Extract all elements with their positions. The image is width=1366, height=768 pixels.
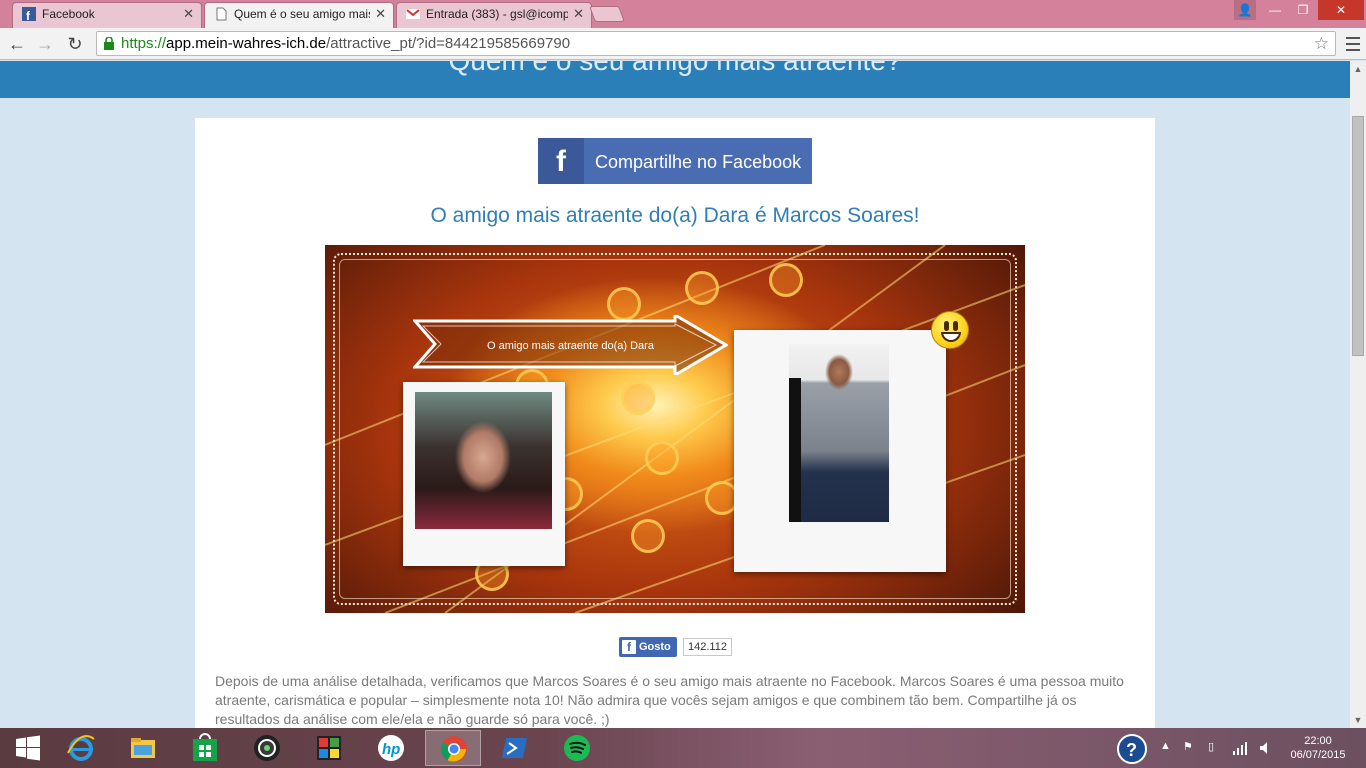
result-image: O amigo mais atraente do(a) Dara <box>325 245 1025 613</box>
menu-icon[interactable] <box>1344 33 1362 55</box>
system-clock[interactable]: 22:00 06/07/2015 <box>1283 734 1353 762</box>
forward-arrow-icon[interactable]: → <box>34 33 56 55</box>
show-hidden-icons-icon[interactable]: ▲ <box>1160 740 1172 768</box>
close-tab-icon[interactable]: ✕ <box>573 2 584 26</box>
battery-icon[interactable]: ▯ <box>1208 740 1224 768</box>
close-tab-icon[interactable]: ✕ <box>375 2 386 26</box>
folder-icon <box>131 738 155 758</box>
hp-logo-icon: hp <box>378 735 404 761</box>
page-title: Quem é o seu amigo mais atraente? <box>0 61 1350 77</box>
content-card: f Compartilhe no Facebook O amigo mais a… <box>195 118 1155 728</box>
volume-icon[interactable] <box>1258 740 1274 768</box>
scroll-thumb[interactable] <box>1352 116 1364 356</box>
help-icon[interactable]: ? <box>1114 728 1150 768</box>
tab-quiz[interactable]: Quem é o seu amigo mais ✕ <box>204 2 394 28</box>
tab-label: Entrada (383) - gsl@icomp <box>426 7 568 21</box>
web-page: Quem é o seu amigo mais atraente? f Comp… <box>0 61 1350 728</box>
tab-gmail[interactable]: Entrada (383) - gsl@icomp ✕ <box>396 2 592 28</box>
new-tab-button[interactable] <box>589 6 625 22</box>
minimize-button[interactable]: — <box>1262 0 1288 20</box>
like-count: 142.112 <box>683 638 732 656</box>
arrow-banner: O amigo mais atraente do(a) Dara <box>411 312 729 378</box>
share-facebook-button[interactable]: f Compartilhe no Facebook <box>538 138 812 184</box>
powershell-icon <box>502 738 527 758</box>
address-bar[interactable]: https://app.mein-wahres-ich.de/attractiv… <box>96 31 1336 56</box>
restore-button[interactable]: ❐ <box>1290 0 1316 20</box>
windows-store-app[interactable] <box>177 730 233 766</box>
spotify-icon <box>564 735 590 761</box>
like-button[interactable]: f Gosto <box>619 637 677 657</box>
start-button[interactable] <box>0 730 56 766</box>
result-heading: O amigo mais atraente do(a) Dara é Marco… <box>430 204 920 227</box>
hp-app[interactable]: hp <box>363 730 419 766</box>
like-label: Gosto <box>639 641 671 653</box>
back-arrow-icon[interactable]: ← <box>6 33 28 55</box>
user-icon[interactable]: 👤 <box>1234 0 1256 20</box>
tab-facebook[interactable]: f Facebook ✕ <box>12 2 202 28</box>
svg-text:hp: hp <box>382 741 400 758</box>
url-text: https://app.mein-wahres-ich.de/attractiv… <box>121 35 571 52</box>
action-center-flag-icon[interactable]: ⚑ <box>1183 740 1199 768</box>
chrome-app[interactable] <box>425 730 481 766</box>
profile-photo <box>789 344 889 522</box>
windows-taskbar: hp ? ▲ ⚑ ▯ 22:00 06/07/2015 <box>0 728 1366 768</box>
facebook-f-icon: f <box>538 138 584 184</box>
facebook-icon: f <box>22 7 36 21</box>
bookmark-star-icon[interactable]: ☆ <box>1314 34 1329 54</box>
file-explorer-app[interactable] <box>115 730 171 766</box>
vertical-scrollbar[interactable]: ▲ ▼ <box>1350 61 1366 728</box>
smiley-icon <box>931 311 969 349</box>
tab-label: Facebook <box>42 7 95 21</box>
friend-photo-dara <box>403 382 565 566</box>
clock-time: 22:00 <box>1304 735 1332 747</box>
profile-photo <box>415 392 552 529</box>
header-band: Quem é o seu amigo mais atraente? <box>0 61 1350 98</box>
spotify-app[interactable] <box>549 730 605 766</box>
lock-icon <box>104 37 114 50</box>
close-tab-icon[interactable]: ✕ <box>183 2 194 26</box>
reload-icon[interactable]: ↻ <box>64 33 86 55</box>
tab-label: Quem é o seu amigo mais <box>234 7 370 21</box>
share-button-label: Compartilhe no Facebook <box>595 152 802 172</box>
tab-strip: f Facebook ✕ Quem é o seu amigo mais ✕ E… <box>0 0 1366 28</box>
svg-text:?: ? <box>1126 740 1137 760</box>
network-signal-icon[interactable] <box>1232 740 1248 768</box>
facebook-f-icon: f <box>622 640 636 654</box>
page-icon <box>216 7 227 21</box>
internet-explorer-app[interactable] <box>53 730 109 766</box>
scroll-down-arrow-icon[interactable]: ▼ <box>1350 712 1366 728</box>
gmail-icon <box>406 9 420 19</box>
internet-explorer-icon <box>67 735 95 761</box>
browser-toolbar: ← → ↻ https://app.mein-wahres-ich.de/att… <box>0 28 1366 60</box>
color-palette-icon <box>317 736 341 760</box>
paint-app[interactable] <box>301 730 357 766</box>
clock-date: 06/07/2015 <box>1290 749 1346 761</box>
powershell-app[interactable] <box>487 730 543 766</box>
friend-photo-marcos <box>734 330 946 572</box>
description-text: Depois de uma análise detalhada, verific… <box>215 673 1124 727</box>
store-icon <box>193 733 217 761</box>
media-app[interactable] <box>239 730 295 766</box>
banner-label: O amigo mais atraente do(a) Dara <box>487 340 654 352</box>
scroll-up-arrow-icon[interactable]: ▲ <box>1350 61 1366 77</box>
close-window-button[interactable]: ✕ <box>1318 0 1364 20</box>
media-player-icon <box>254 735 280 761</box>
windows-logo-icon <box>16 735 40 761</box>
chrome-icon <box>441 736 467 762</box>
